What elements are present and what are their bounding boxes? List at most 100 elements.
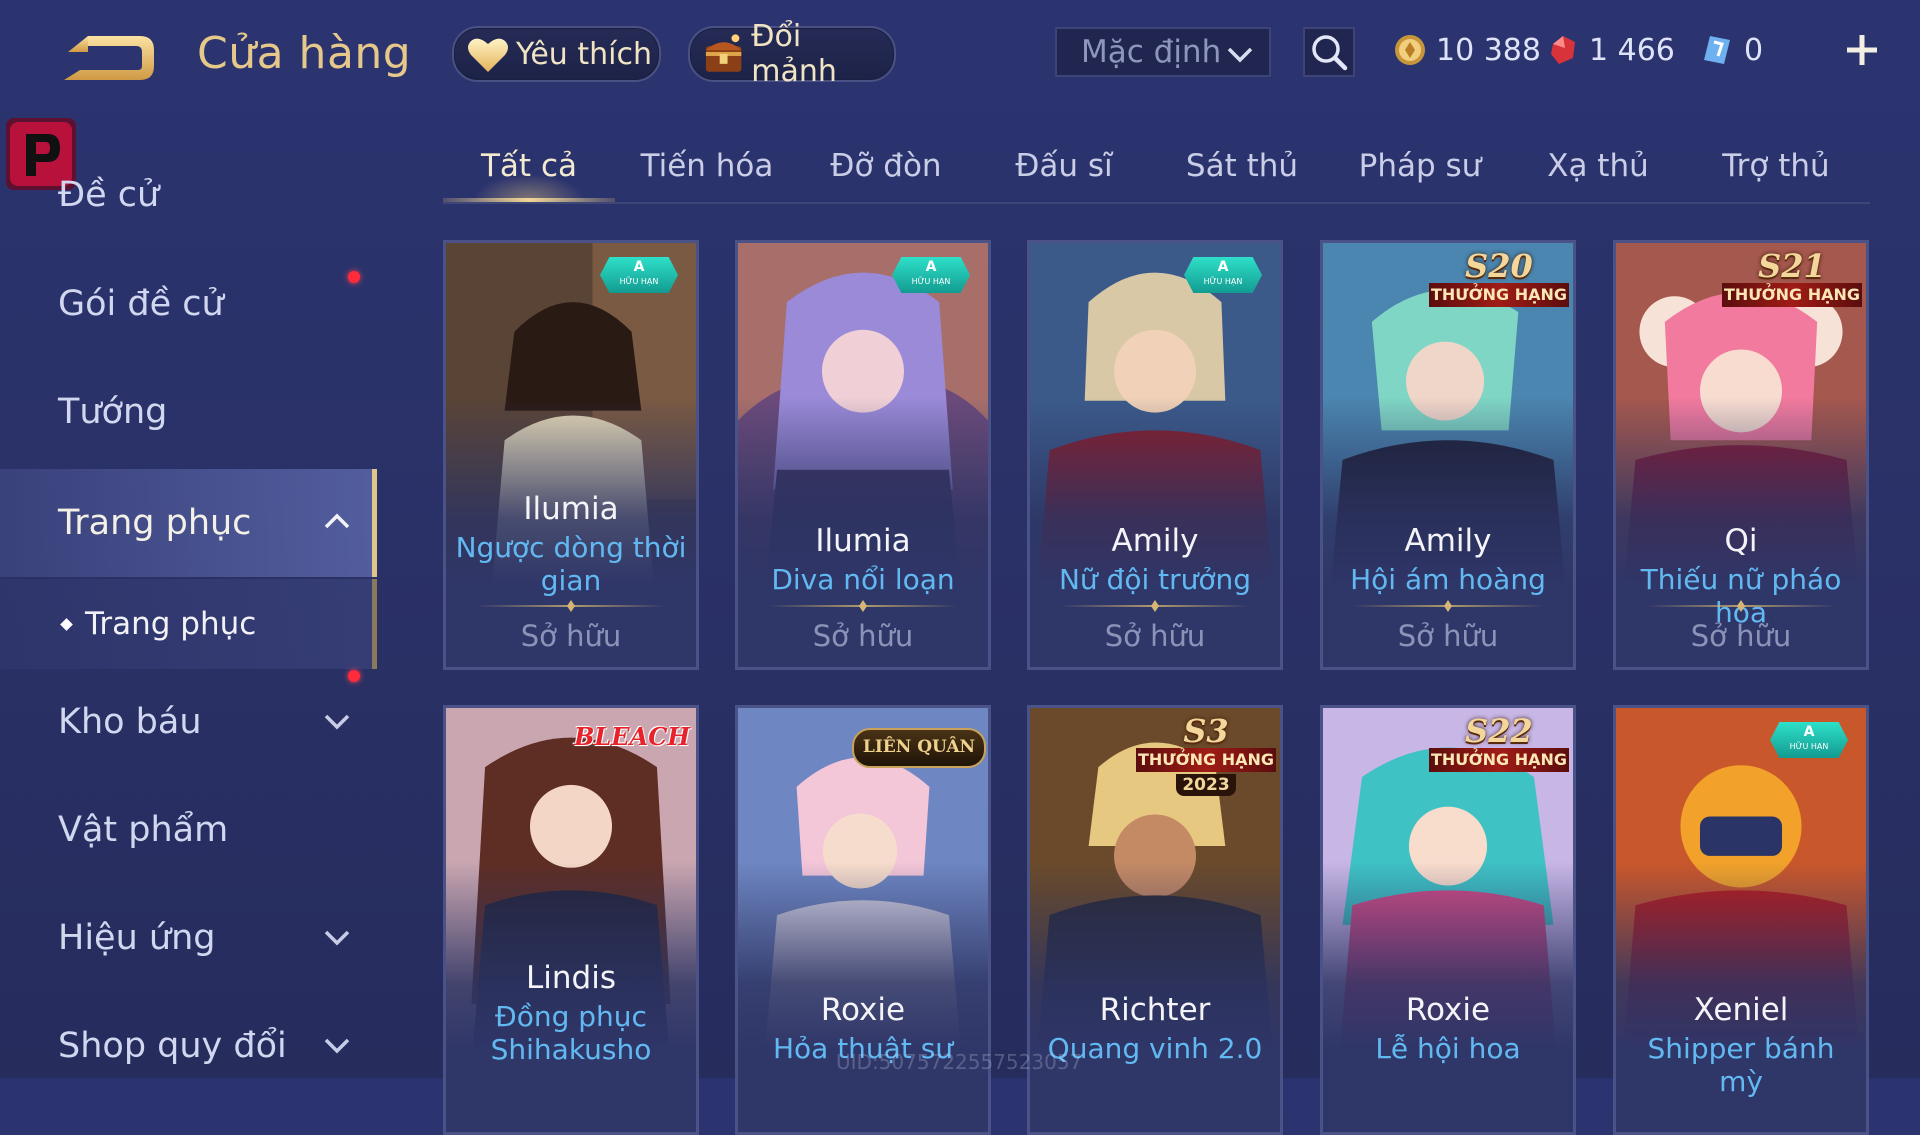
skin-card[interactable]: A HỮU HẠN Ilumia Ngược dòng thời gian Sở… <box>443 240 699 670</box>
skin-name-line1: Ngược dòng thời <box>455 531 687 564</box>
ruby-balance: 1 466 <box>1545 28 1675 72</box>
chevron-down-icon <box>1227 47 1253 63</box>
skin-grid: A HỮU HẠN Ilumia Ngược dòng thời gian Sở… <box>443 240 1873 1135</box>
voucher-icon <box>1704 36 1730 64</box>
skin-card[interactable]: BLEACH Lindis Đồng phục Shihakusho <box>443 705 699 1135</box>
ownership-status: Sở hữu <box>812 619 914 653</box>
chevron-up-icon <box>324 513 350 529</box>
chevron-down-icon <box>324 1038 350 1054</box>
rank-reward-label: THƯỞNG HẠNG <box>1429 283 1569 307</box>
limited-badge: A HỮU HẠN <box>1770 722 1848 758</box>
season-badge: S21 THƯỞNG HẠNG <box>1722 247 1862 315</box>
season-number: S20 <box>1465 247 1533 285</box>
hero-name: Roxie <box>1405 992 1491 1028</box>
hero-name: Xeniel <box>1693 992 1789 1028</box>
hero-name: Amily <box>1404 523 1492 559</box>
top-bar: Cửa hàng Yêu thích Đổi mảnh Mặc định 10 … <box>0 0 1920 105</box>
tab-support[interactable]: Trợ thủ <box>1690 140 1862 200</box>
favorites-label: Yêu thích <box>516 36 652 72</box>
ownership-status: Sở hữu <box>1397 619 1499 653</box>
heart-icon <box>468 38 508 72</box>
tab-assassin[interactable]: Sát thủ <box>1156 140 1328 200</box>
chevron-down-icon <box>324 930 350 946</box>
sidebar-item-exchange-shop[interactable]: Shop quy đổi <box>0 993 372 1099</box>
voucher-amount: 0 <box>1744 32 1764 68</box>
hero-name: Qi <box>1724 523 1758 559</box>
gold-balance: 10 388 <box>1392 28 1541 72</box>
sort-dropdown[interactable]: Mặc định <box>1055 27 1271 77</box>
tab-marksman[interactable]: Xạ thủ <box>1512 140 1684 200</box>
sidebar-item-label: Vật phẩm <box>58 810 229 850</box>
card-divider <box>1060 605 1250 607</box>
sidebar-subitem-skins[interactable]: Trang phục <box>0 579 377 669</box>
top-up-button[interactable] <box>1842 30 1882 70</box>
sidebar-item-featured-packs[interactable]: Gói đề cử <box>0 251 372 357</box>
gold-coin-icon <box>1395 35 1425 65</box>
hero-name: Amily <box>1111 523 1199 559</box>
skin-card[interactable]: A HỮU HẠN Amily Nữ đội trưởng Sở hữu <box>1027 240 1283 670</box>
sidebar-item-featured[interactable]: Đề cử <box>0 142 372 248</box>
hero-name: Ilumia <box>815 523 911 559</box>
skin-card[interactable]: S20 THƯỞNG HẠNG Amily Hội ám hoàng Sở hữ… <box>1320 240 1576 670</box>
hero-name: Richter <box>1099 992 1211 1028</box>
card-divider <box>1353 605 1543 607</box>
skin-name-line1: Nữ đội trưởng <box>1058 563 1252 596</box>
season-number: S3 <box>1183 712 1229 750</box>
tab-all[interactable]: Tất cả <box>443 140 615 202</box>
badge-text: HỮU HẠN <box>911 277 951 286</box>
tab-fighter[interactable]: Đấu sĩ <box>978 140 1150 200</box>
back-button[interactable] <box>58 30 158 88</box>
skin-card[interactable]: A HỮU HẠN Xeniel Shipper bánh mỳ <box>1613 705 1869 1135</box>
search-button[interactable] <box>1303 27 1355 77</box>
sidebar-item-heroes[interactable]: Tướng <box>0 359 372 465</box>
favorites-button[interactable]: Yêu thích <box>452 26 661 82</box>
sidebar-item-effects[interactable]: Hiệu ứng <box>0 885 372 991</box>
card-divider <box>1646 605 1836 607</box>
skin-name-line2: Shihakusho <box>490 1033 652 1066</box>
sidebar-item-items[interactable]: Vật phẩm <box>0 777 372 883</box>
page-title: Cửa hàng <box>197 28 412 79</box>
skin-name-line1: Đồng phục <box>495 1000 647 1033</box>
card-divider <box>476 605 666 607</box>
skin-card[interactable]: S22 THƯỞNG HẠNG Roxie Lễ hội hoa <box>1320 705 1576 1135</box>
badge-text: HỮU HẠN <box>1203 277 1243 286</box>
skin-name-line1: Lễ hội hoa <box>1375 1032 1521 1065</box>
badge-text: HỮU HẠN <box>619 277 659 286</box>
bleach-logo: BLEACH <box>574 722 690 751</box>
sidebar-item-label: Gói đề cử <box>58 284 224 324</box>
sidebar-item-label: Shop quy đổi <box>58 1026 287 1066</box>
sidebar-subitem-label: Trang phục <box>85 606 257 642</box>
limited-badge: A HỮU HẠN <box>600 257 678 293</box>
season-number: S21 <box>1758 247 1826 285</box>
badge-grade: A <box>1217 259 1229 275</box>
voucher-balance: 0 <box>1700 28 1763 72</box>
sidebar: Đề cử Gói đề cử Tướng Trang phục Trang p… <box>0 105 377 1078</box>
ruby-icon <box>1551 36 1575 64</box>
exchange-shards-button[interactable]: Đổi mảnh <box>688 19 896 89</box>
card-shade <box>446 862 696 1132</box>
tab-tank[interactable]: Đỡ đòn <box>800 140 972 200</box>
ruby-amount: 1 466 <box>1589 32 1675 68</box>
lien-quan-logo: LIÊN QUÂN <box>852 728 986 768</box>
sidebar-item-treasure[interactable]: Kho báu <box>0 669 372 775</box>
hero-name: Ilumia <box>523 491 619 527</box>
badge-grade: A <box>633 259 645 275</box>
ownership-status: Sở hữu <box>1104 619 1206 653</box>
skin-card[interactable]: S21 THƯỞNG HẠNG Qi Thiếu nữ pháo hoa Sở … <box>1613 240 1869 670</box>
season-year: 2023 <box>1176 774 1236 796</box>
rank-reward-label: THƯỞNG HẠNG <box>1136 748 1276 772</box>
skin-name-line1: Hội ám hoàng <box>1350 563 1546 596</box>
tab-mage[interactable]: Pháp sư <box>1334 140 1506 200</box>
skin-name-line1: Shipper bánh mỳ <box>1647 1032 1835 1098</box>
tab-evolution[interactable]: Tiến hóa <box>621 140 793 200</box>
sidebar-item-skins[interactable]: Trang phục <box>0 469 377 577</box>
skin-name-line2: gian <box>540 564 602 597</box>
skin-name-line1: Diva nổi loạn <box>771 563 955 596</box>
card-divider <box>768 605 958 607</box>
skin-card[interactable]: A HỮU HẠN Ilumia Diva nổi loạn Sở hữu <box>735 240 991 670</box>
chevron-down-icon <box>324 714 350 730</box>
limited-badge: A HỮU HẠN <box>892 257 970 293</box>
user-id-watermark: UID:5075722557523057 <box>836 1050 1083 1074</box>
season-badge: S20 THƯỞNG HẠNG <box>1429 247 1569 315</box>
sidebar-item-label: Đề cử <box>58 175 160 215</box>
